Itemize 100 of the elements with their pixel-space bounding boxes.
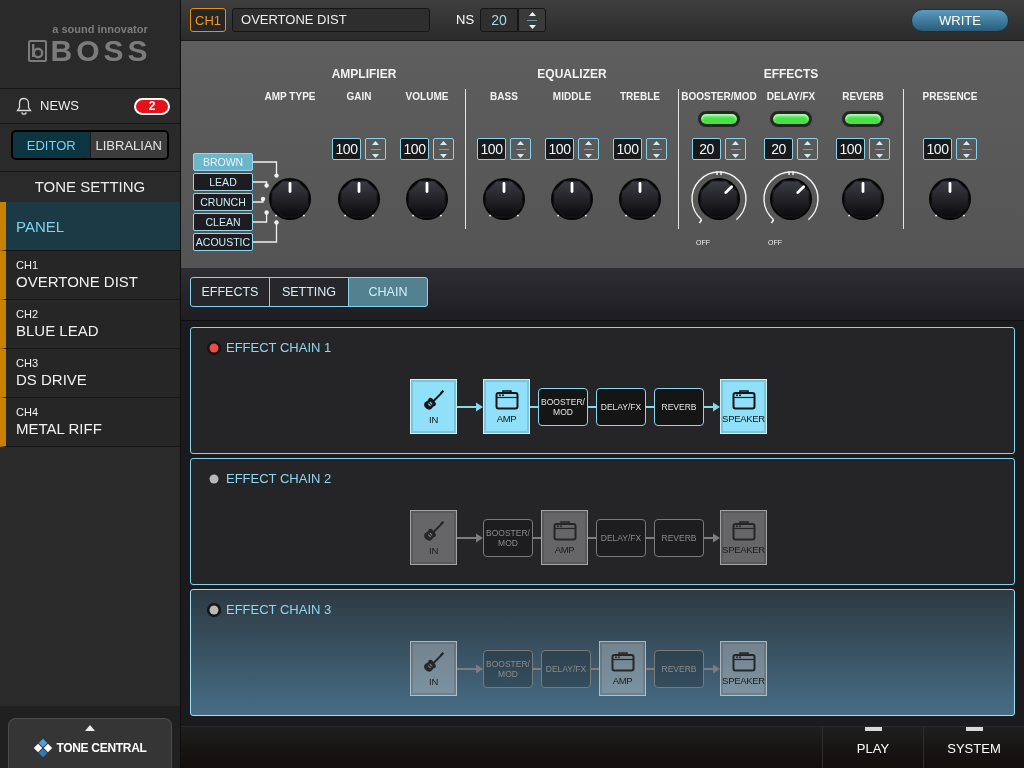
amp-icon <box>494 389 519 410</box>
stepper[interactable] <box>518 8 547 32</box>
input-block[interactable]: IN <box>410 379 457 434</box>
effect-block[interactable]: DELAY/FX <box>596 387 646 426</box>
knob[interactable] <box>549 176 595 222</box>
caret-up-icon <box>804 140 811 145</box>
indicator-icon <box>864 727 882 731</box>
brand-name: BOSS <box>50 35 152 66</box>
patch-name-field[interactable]: OVERTONE DIST <box>232 8 430 32</box>
connector-line <box>253 181 269 188</box>
amp-icon <box>731 389 756 410</box>
value-field[interactable]: 100 <box>836 138 865 160</box>
chain-title: EFFECT CHAIN 1 <box>226 341 332 355</box>
caret-down-icon <box>585 153 592 158</box>
tab[interactable]: EFFECTS <box>190 277 270 307</box>
value-field[interactable]: 100 <box>332 138 361 160</box>
news-label: NEWS <box>40 97 79 116</box>
caret-down-icon <box>876 153 883 158</box>
caret-up-icon <box>876 140 883 145</box>
led-switch[interactable] <box>770 111 812 127</box>
group-heading: EQUALIZER <box>536 67 608 81</box>
knob[interactable] <box>481 176 527 222</box>
caret-down-icon <box>528 24 536 29</box>
connector-line <box>253 196 266 203</box>
effect-block[interactable]: REVERB <box>654 387 704 426</box>
value-field[interactable]: 100 <box>923 138 952 160</box>
chain-panel[interactable]: EFFECT CHAIN 3 IN BOOSTER/MOD DELAY/FX AMP REVERB SPEAKER <box>190 589 1015 716</box>
caret-down-icon <box>963 153 970 158</box>
led-switch[interactable] <box>842 111 884 127</box>
connector-line <box>253 161 279 178</box>
sidebar-item[interactable]: CH4 METAL RIFF <box>0 398 180 447</box>
sidebar-item[interactable]: CH2 BLUE LEAD <box>0 300 180 349</box>
caret-up-icon <box>517 140 524 145</box>
arrow-icon <box>704 532 720 543</box>
knob[interactable] <box>927 176 973 222</box>
ns-value-field[interactable]: 20 <box>480 8 519 32</box>
sidebar-item[interactable]: PANEL <box>0 202 180 251</box>
value-field[interactable]: 100 <box>613 138 642 160</box>
write-button[interactable]: WRITE <box>911 8 1009 32</box>
guitar-icon <box>422 388 445 411</box>
mode-tab[interactable]: EDITOR <box>13 132 90 158</box>
amp-type-option[interactable]: ACOUSTIC <box>193 233 253 251</box>
nav-button[interactable]: SYSTEM <box>923 727 1024 768</box>
mode-tab[interactable]: LIBRALIAN <box>89 132 167 158</box>
arrow-icon <box>704 663 720 674</box>
value-field[interactable]: 100 <box>400 138 429 160</box>
value-field[interactable]: 100 <box>477 138 506 160</box>
sidebar-item[interactable]: CH1 OVERTONE DIST <box>0 251 180 300</box>
channel-badge: CH1 <box>190 8 226 32</box>
effect-block[interactable]: BOOSTER/MOD <box>538 387 588 426</box>
knob[interactable] <box>617 176 663 222</box>
caret-up-icon <box>372 140 379 145</box>
effect-block[interactable]: DELAY/FX <box>596 518 646 557</box>
amp-type-option[interactable]: CRUNCH <box>193 193 253 211</box>
led-switch[interactable] <box>698 111 740 127</box>
chain-panel[interactable]: EFFECT CHAIN 2 IN BOOSTER/MOD AMP DELAY/FX REVERB SPEAKER <box>190 458 1015 585</box>
knob[interactable] <box>840 176 886 222</box>
logo-icon <box>28 39 48 62</box>
arrow-icon <box>457 532 483 543</box>
amp-type-option[interactable]: LEAD <box>193 173 253 191</box>
caret-up-icon <box>440 140 447 145</box>
caret-down-icon <box>732 153 739 158</box>
amp-block[interactable]: AMP <box>599 641 646 696</box>
value-field[interactable]: 20 <box>692 138 721 160</box>
amp-icon <box>552 520 577 541</box>
sidebar-item[interactable]: CH3 DS DRIVE <box>0 349 180 398</box>
indicator-icon <box>965 727 983 731</box>
knob[interactable] <box>336 176 382 222</box>
effect-block[interactable]: BOOSTER/MOD <box>483 518 533 557</box>
chain-panel[interactable]: EFFECT CHAIN 1 IN AMP BOOSTER/MOD DELAY/FX REVERB SPEAKER <box>190 327 1015 454</box>
input-block[interactable]: IN <box>410 641 457 696</box>
effect-block[interactable]: REVERB <box>654 518 704 557</box>
caret-up-icon <box>963 140 970 145</box>
tab[interactable]: SETTING <box>269 277 349 307</box>
value-field[interactable]: 100 <box>545 138 574 160</box>
brand-tagline: a sound innovator <box>51 22 148 35</box>
arrow-icon <box>457 663 483 674</box>
speaker-block[interactable]: SPEAKER <box>720 641 767 696</box>
control-label: REVERB <box>842 90 884 104</box>
control-label: TREBLE <box>620 90 660 104</box>
control-label: DELAY/FX <box>766 90 816 104</box>
tab[interactable]: CHAIN <box>348 277 428 307</box>
amp-block[interactable]: AMP <box>483 379 530 434</box>
caret-up-icon <box>85 725 95 731</box>
arrow-icon <box>457 401 483 412</box>
group-heading: EFFECTS <box>762 67 820 81</box>
guitar-icon <box>422 650 445 673</box>
caret-down-icon <box>372 153 379 158</box>
control-label: PRESENCE <box>922 90 978 104</box>
knob[interactable] <box>267 176 313 222</box>
nav-button[interactable]: PLAY <box>822 727 923 768</box>
caret-up-icon <box>585 140 592 145</box>
speaker-block[interactable]: SPEAKER <box>720 379 767 434</box>
value-field[interactable]: 20 <box>764 138 793 160</box>
tone-central-button[interactable]: TONE CENTRAL <box>8 718 172 768</box>
amp-icon <box>731 520 756 541</box>
amp-type-option[interactable]: CLEAN <box>193 213 253 231</box>
ns-label: NS <box>456 11 475 30</box>
caret-down-icon <box>517 153 524 158</box>
knob[interactable] <box>404 176 450 222</box>
